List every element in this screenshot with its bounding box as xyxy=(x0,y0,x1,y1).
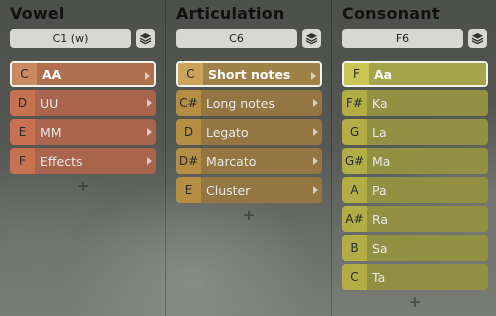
articulation-item-legato[interactable]: D Legato xyxy=(176,119,322,145)
note-label: F# xyxy=(342,90,367,116)
note-label: A# xyxy=(342,206,367,232)
item-label: Aa xyxy=(369,63,486,85)
item-label: UU xyxy=(35,90,156,116)
chevron-right-icon[interactable] xyxy=(147,99,152,107)
articulation-key-selector[interactable]: C6 xyxy=(176,29,297,48)
item-label: Effects xyxy=(35,148,156,174)
articulation-item-short-notes[interactable]: C Short notes xyxy=(176,61,322,87)
layers-icon xyxy=(471,33,484,45)
chevron-right-icon[interactable] xyxy=(313,99,318,107)
vowel-title: Vowel xyxy=(10,4,65,23)
note-label: C xyxy=(178,63,203,85)
chevron-right-icon[interactable] xyxy=(311,72,316,80)
note-label: F xyxy=(10,148,35,174)
item-label: Marcato xyxy=(201,148,322,174)
layers-icon xyxy=(305,33,318,45)
item-label: MM xyxy=(35,119,156,145)
item-label: Pa xyxy=(367,177,488,203)
note-label: E xyxy=(10,119,35,145)
vowel-item-uu[interactable]: D UU xyxy=(10,90,156,116)
note-label: E xyxy=(176,177,201,203)
consonant-list: F Aa F# Ka G La G# Ma A Pa A# Ra B Sa C xyxy=(342,61,488,311)
vowel-item-mm[interactable]: E MM xyxy=(10,119,156,145)
consonant-item-ma[interactable]: G# Ma xyxy=(342,148,488,174)
articulation-item-marcato[interactable]: D# Marcato xyxy=(176,148,322,174)
layers-icon xyxy=(139,33,152,45)
note-label: F xyxy=(344,63,369,85)
item-label: Long notes xyxy=(201,90,322,116)
item-label: AA xyxy=(37,63,154,85)
item-label: Sa xyxy=(367,235,488,261)
articulation-item-cluster[interactable]: E Cluster xyxy=(176,177,322,203)
vowel-item-aa[interactable]: C AA xyxy=(10,61,156,87)
chevron-right-icon[interactable] xyxy=(147,157,152,165)
chevron-right-icon[interactable] xyxy=(313,186,318,194)
item-label: Ta xyxy=(367,264,488,290)
note-label: C xyxy=(12,63,37,85)
item-label: Legato xyxy=(201,119,322,145)
articulation-title: Articulation xyxy=(176,4,285,23)
vowel-item-effects[interactable]: F Effects xyxy=(10,148,156,174)
consonant-item-la[interactable]: G La xyxy=(342,119,488,145)
consonant-item-ta[interactable]: C Ta xyxy=(342,264,488,290)
item-label: Ra xyxy=(367,206,488,232)
chevron-right-icon[interactable] xyxy=(145,72,150,80)
item-label: Short notes xyxy=(203,63,320,85)
note-label: G xyxy=(342,119,367,145)
vowel-column: Vowel C1 (w) C AA D UU E MM F Effects + xyxy=(0,0,165,316)
vowel-list: C AA D UU E MM F Effects + xyxy=(10,61,156,195)
note-label: C# xyxy=(176,90,201,116)
vowel-key-selector[interactable]: C1 (w) xyxy=(10,29,131,48)
item-label: Ma xyxy=(367,148,488,174)
consonant-key-selector[interactable]: F6 xyxy=(342,29,463,48)
note-label: D# xyxy=(176,148,201,174)
consonant-layers-button[interactable] xyxy=(468,29,487,48)
consonant-item-ka[interactable]: F# Ka xyxy=(342,90,488,116)
consonant-item-ra[interactable]: A# Ra xyxy=(342,206,488,232)
plus-icon[interactable]: + xyxy=(176,206,322,224)
plus-icon[interactable]: + xyxy=(10,177,156,195)
note-label: D xyxy=(176,119,201,145)
articulation-column: Articulation C6 C Short notes C# Long no… xyxy=(165,0,331,316)
chevron-right-icon[interactable] xyxy=(313,128,318,136)
chevron-right-icon[interactable] xyxy=(313,157,318,165)
articulation-list: C Short notes C# Long notes D Legato D# … xyxy=(176,61,322,224)
articulation-item-long-notes[interactable]: C# Long notes xyxy=(176,90,322,116)
note-label: D xyxy=(10,90,35,116)
consonant-column: Consonant F6 F Aa F# Ka G La G# Ma A Pa xyxy=(331,0,496,316)
plus-icon[interactable]: + xyxy=(342,293,488,311)
vowel-layers-button[interactable] xyxy=(136,29,155,48)
consonant-title: Consonant xyxy=(342,4,440,23)
item-label: Cluster xyxy=(201,177,322,203)
item-label: La xyxy=(367,119,488,145)
note-label: B xyxy=(342,235,367,261)
chevron-right-icon[interactable] xyxy=(147,128,152,136)
item-label: Ka xyxy=(367,90,488,116)
articulation-layers-button[interactable] xyxy=(302,29,321,48)
note-label: C xyxy=(342,264,367,290)
consonant-item-sa[interactable]: B Sa xyxy=(342,235,488,261)
consonant-item-aa[interactable]: F Aa xyxy=(342,61,488,87)
consonant-item-pa[interactable]: A Pa xyxy=(342,177,488,203)
note-label: G# xyxy=(342,148,367,174)
note-label: A xyxy=(342,177,367,203)
